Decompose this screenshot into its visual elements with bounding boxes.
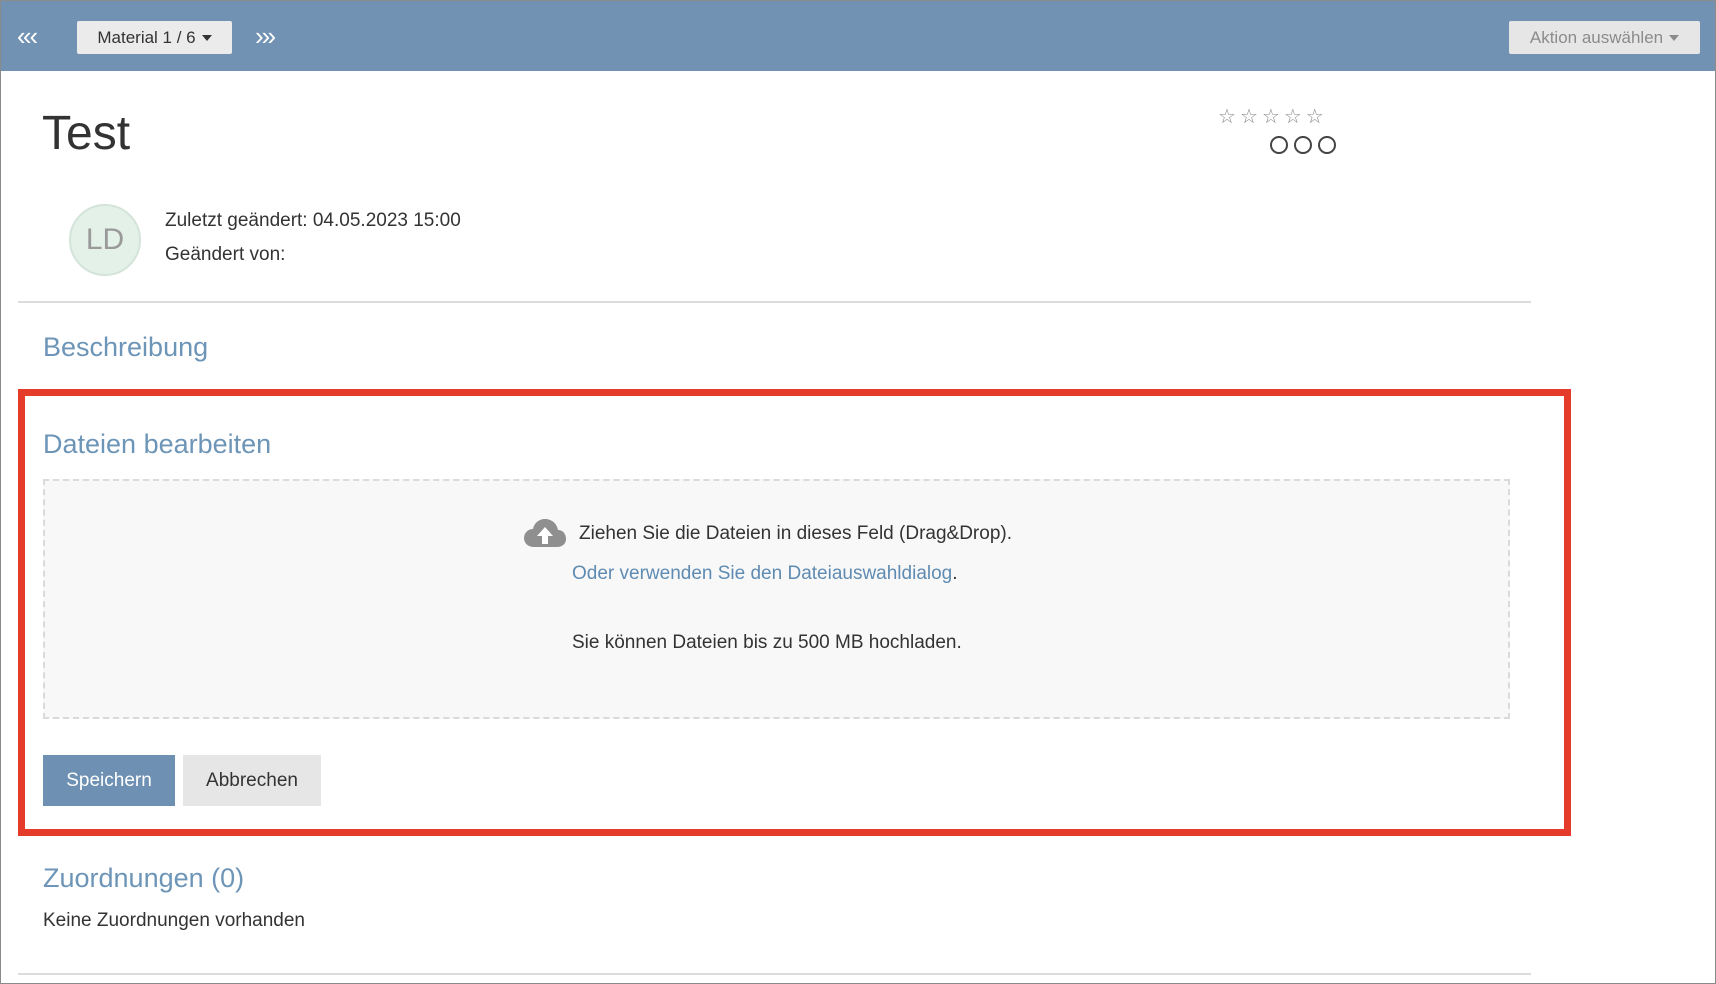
chevron-down-icon bbox=[201, 34, 212, 41]
action-select[interactable]: Aktion auswählen bbox=[1509, 21, 1700, 54]
save-button[interactable]: Speichern bbox=[43, 755, 175, 806]
no-assignments-text: Keine Zuordnungen vorhanden bbox=[43, 910, 305, 931]
dialog-link-suffix: . bbox=[952, 563, 958, 584]
action-select-label: Aktion auswählen bbox=[1529, 27, 1664, 47]
activity-indicator bbox=[1270, 136, 1336, 154]
chevron-down-icon bbox=[1669, 34, 1680, 41]
file-dropzone[interactable]: Ziehen Sie die Dateien in dieses Feld (D… bbox=[43, 479, 1510, 719]
drag-drop-text: Ziehen Sie die Dateien in dieses Feld (D… bbox=[579, 523, 1012, 544]
cancel-button[interactable]: Abbrechen bbox=[183, 755, 321, 806]
circle-icon bbox=[1270, 136, 1288, 154]
divider bbox=[18, 973, 1531, 975]
avatar: LD bbox=[69, 204, 141, 276]
drag-drop-row: Ziehen Sie die Dateien in dieses Feld (D… bbox=[523, 517, 1012, 551]
star-icon[interactable]: ☆ bbox=[1284, 106, 1302, 128]
upload-limit-text: Sie können Dateien bis zu 500 MB hochlad… bbox=[572, 632, 962, 653]
file-dialog-link[interactable]: Oder verwenden Sie den Dateiauswahldialo… bbox=[572, 563, 952, 584]
edit-files-heading: Dateien bearbeiten bbox=[43, 429, 272, 459]
changed-by-text: Geändert von: bbox=[165, 244, 286, 265]
top-toolbar: «‹ Material 1 / 6 ›» Aktion auswählen bbox=[1, 1, 1715, 71]
description-heading[interactable]: Beschreibung bbox=[43, 331, 208, 363]
previous-material-icon[interactable]: «‹ bbox=[17, 19, 38, 53]
assignments-heading[interactable]: Zuordnungen (0) bbox=[43, 862, 244, 894]
star-icon[interactable]: ☆ bbox=[1218, 106, 1236, 128]
cloud-upload-icon bbox=[524, 519, 566, 547]
page-title: Test bbox=[42, 107, 131, 160]
circle-icon bbox=[1318, 136, 1336, 154]
star-icon[interactable]: ☆ bbox=[1306, 106, 1324, 128]
circle-icon bbox=[1294, 136, 1312, 154]
divider bbox=[18, 301, 1531, 303]
next-material-icon[interactable]: ›» bbox=[255, 19, 276, 53]
star-icon[interactable]: ☆ bbox=[1262, 106, 1280, 128]
star-icon[interactable]: ☆ bbox=[1240, 106, 1258, 128]
last-changed-text: Zuletzt geändert: 04.05.2023 15:00 bbox=[165, 210, 461, 231]
material-select[interactable]: Material 1 / 6 bbox=[77, 21, 232, 54]
material-select-label: Material 1 / 6 bbox=[97, 27, 196, 47]
rating-stars: ☆ ☆ ☆ ☆ ☆ bbox=[1218, 106, 1324, 128]
dialog-link-row: Oder verwenden Sie den Dateiauswahldialo… bbox=[572, 563, 958, 585]
